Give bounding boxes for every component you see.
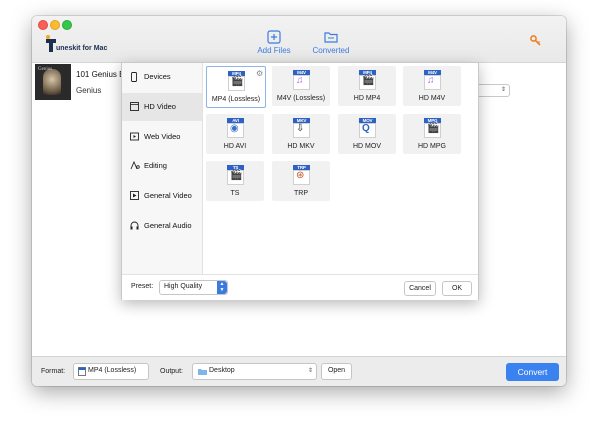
format-glyph: ⊛ bbox=[296, 170, 305, 181]
web-video-icon bbox=[130, 132, 139, 141]
open-label: Open bbox=[327, 367, 346, 374]
hd-mp4-format-icon: MP4 🎬 bbox=[359, 70, 376, 90]
format-select[interactable]: MP4 (Lossless) bbox=[73, 363, 149, 380]
sidebar-item-label: General Video bbox=[144, 191, 192, 200]
format-glyph: 🎬 bbox=[427, 123, 440, 134]
format-label: Format: bbox=[41, 368, 66, 375]
format-glyph: ⇩ bbox=[296, 123, 305, 134]
cancel-button[interactable]: Cancel bbox=[404, 281, 436, 296]
format-label: MP4 (Lossless) bbox=[211, 96, 261, 103]
thumbnail-caption: Genius bbox=[38, 67, 53, 72]
open-button[interactable]: Open bbox=[321, 363, 352, 380]
format-tile-hd-avi[interactable]: AVI ◉ HD AVI bbox=[206, 114, 264, 154]
gear-icon[interactable]: ⚙ bbox=[256, 69, 263, 78]
output-value: Desktop bbox=[209, 367, 235, 374]
format-tile-hd-m4v[interactable]: M4V ♫ HD M4V bbox=[403, 66, 461, 106]
file-thumbnail: Genius bbox=[35, 64, 71, 100]
app-name: uneskit for Mac bbox=[56, 45, 108, 52]
add-files-label: Add Files bbox=[257, 46, 291, 55]
output-select-arrows-icon: ⇕ bbox=[307, 368, 313, 374]
format-glyph: Q bbox=[362, 123, 370, 134]
sidebar-item-editing[interactable]: Editing bbox=[122, 152, 202, 180]
sidebar-item-label: General Audio bbox=[144, 221, 192, 230]
mp4-format-icon: MP4 🎬 bbox=[228, 71, 245, 91]
format-label: HD MOV bbox=[353, 143, 381, 150]
format-label: HD AVI bbox=[223, 143, 247, 150]
format-label: HD MKV bbox=[287, 143, 315, 150]
hd-mkv-format-icon: MKV ⇩ bbox=[293, 118, 310, 138]
file-artist: Genius bbox=[76, 86, 102, 95]
editing-icon bbox=[130, 161, 140, 170]
format-label: TRP bbox=[294, 190, 308, 197]
headphones-icon bbox=[130, 221, 139, 230]
convert-button[interactable]: Convert bbox=[506, 363, 559, 381]
hd-mov-format-icon: MOV Q bbox=[359, 118, 376, 138]
format-tile-hd-mpg[interactable]: MPG 🎬 HD MPG bbox=[403, 114, 461, 154]
add-files-icon bbox=[267, 30, 281, 44]
preset-value: High Quality bbox=[164, 283, 203, 290]
format-tile-ts[interactable]: TS 🎬 TS bbox=[206, 161, 264, 201]
close-window-button[interactable] bbox=[38, 20, 48, 30]
format-glyph: ◉ bbox=[230, 123, 239, 134]
ts-format-icon: TS 🎬 bbox=[227, 165, 244, 185]
output-select[interactable]: Desktop ⇕ bbox=[192, 363, 317, 380]
dialog-footer: Preset: High Quality ▲ ▼ Cancel OK bbox=[122, 274, 478, 300]
format-glyph: ♫ bbox=[427, 75, 435, 86]
minimize-window-button[interactable] bbox=[50, 20, 60, 30]
chevron-up-down-icon: ▲ ▼ bbox=[217, 281, 227, 294]
add-files-button[interactable]: Add Files bbox=[247, 30, 301, 60]
sidebar-item-devices[interactable]: Devices bbox=[122, 63, 202, 91]
m4v-format-icon: M4V ♫ bbox=[293, 70, 310, 90]
register-key-icon[interactable] bbox=[530, 35, 541, 46]
sidebar-item-general-audio[interactable]: General Audio bbox=[122, 212, 202, 240]
maximize-window-button[interactable] bbox=[62, 20, 72, 30]
format-grid: MP4 🎬 ⚙ MP4 (Lossless) M4V ♫ M4V (Lossless… bbox=[203, 63, 478, 274]
sidebar-item-label: Editing bbox=[144, 161, 167, 170]
sidebar-item-general-video[interactable]: General Video bbox=[122, 182, 202, 210]
hd-m4v-format-icon: M4V ♫ bbox=[424, 70, 441, 90]
video-icon bbox=[130, 102, 139, 111]
sidebar-item-hd-video[interactable]: HD Video bbox=[122, 93, 202, 121]
sidebar-item-web-video[interactable]: Web Video bbox=[122, 123, 202, 151]
format-icon bbox=[78, 367, 86, 376]
format-category-sidebar: Devices HD Video Web Video Editing Gener… bbox=[122, 63, 203, 274]
bottom-bar: Format: MP4 (Lossless) Output: Desktop ⇕… bbox=[32, 356, 566, 386]
format-tile-hd-mov[interactable]: MOV Q HD MOV bbox=[338, 114, 396, 154]
format-label: HD M4V bbox=[418, 95, 446, 102]
format-tile-hd-mkv[interactable]: MKV ⇩ HD MKV bbox=[272, 114, 330, 154]
format-label: HD MPG bbox=[418, 143, 446, 150]
converted-folder-icon bbox=[324, 32, 338, 43]
format-glyph: ♫ bbox=[296, 75, 304, 86]
format-glyph: 🎬 bbox=[230, 170, 243, 181]
format-glyph: 🎬 bbox=[362, 75, 375, 86]
sidebar-item-label: Devices bbox=[144, 72, 171, 81]
folder-icon bbox=[198, 368, 207, 375]
format-glyph: 🎬 bbox=[231, 76, 244, 87]
format-tile-hd-mp4[interactable]: MP4 🎬 HD MP4 bbox=[338, 66, 396, 106]
format-tile-mp4-lossless[interactable]: MP4 🎬 ⚙ MP4 (Lossless) bbox=[206, 66, 266, 108]
converted-button[interactable]: Converted bbox=[304, 30, 358, 60]
preset-label: Preset: bbox=[131, 283, 154, 290]
converted-label: Converted bbox=[312, 46, 350, 55]
hd-mpg-format-icon: MPG 🎬 bbox=[424, 118, 441, 138]
trp-format-icon: TRP ⊛ bbox=[293, 165, 310, 185]
titlebar: uneskit for Mac Add Files Converted bbox=[32, 16, 566, 63]
format-label: HD MP4 bbox=[353, 95, 381, 102]
select-arrows-icon: ⇕ bbox=[500, 87, 506, 93]
format-value: MP4 (Lossless) bbox=[88, 367, 137, 374]
phone-icon bbox=[131, 72, 137, 82]
sidebar-item-label: Web Video bbox=[144, 132, 181, 141]
format-label: TS bbox=[230, 190, 240, 197]
hd-avi-format-icon: AVI ◉ bbox=[227, 118, 244, 138]
preset-select[interactable]: High Quality ▲ ▼ bbox=[159, 280, 228, 295]
general-video-icon bbox=[130, 191, 139, 200]
ok-button[interactable]: OK bbox=[442, 281, 472, 296]
format-tile-trp[interactable]: TRP ⊛ TRP bbox=[272, 161, 330, 201]
thumbnail-portrait bbox=[43, 69, 61, 95]
format-label: M4V (Lossless) bbox=[276, 95, 326, 102]
output-label: Output: bbox=[160, 368, 183, 375]
sidebar-item-label: HD Video bbox=[144, 102, 176, 111]
format-tile-m4v-lossless[interactable]: M4V ♫ M4V (Lossless) bbox=[272, 66, 330, 106]
format-dialog: Devices HD Video Web Video Editing Gener… bbox=[121, 62, 479, 300]
